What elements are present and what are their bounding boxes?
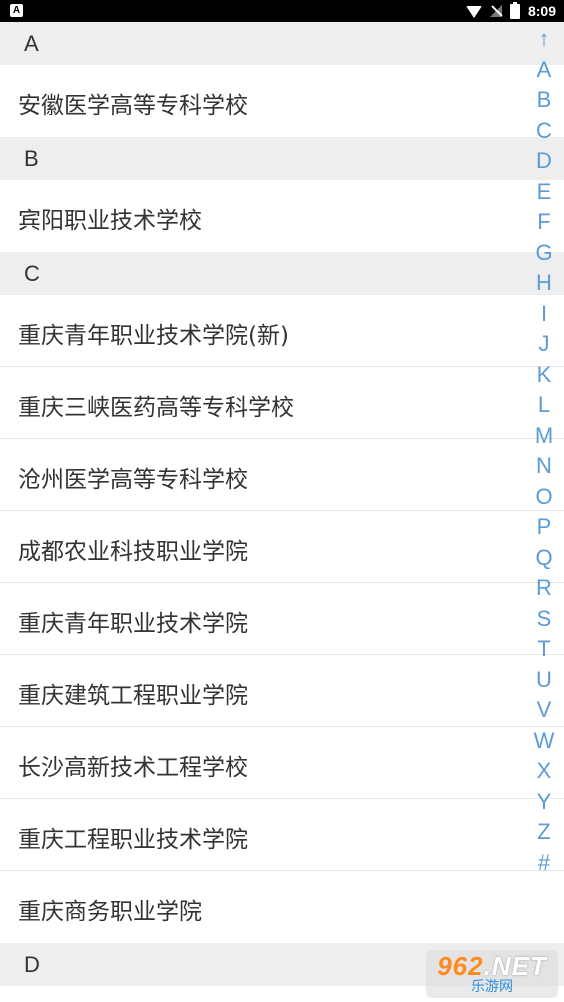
index-letter-w[interactable]: W bbox=[532, 726, 556, 757]
list-item[interactable]: 宾阳职业技术学校 bbox=[0, 180, 564, 252]
status-bar: A 8:09 bbox=[0, 0, 564, 22]
school-name: 宾阳职业技术学校 bbox=[18, 208, 202, 234]
index-letter-y[interactable]: Y bbox=[532, 787, 556, 818]
section-letter: A bbox=[24, 31, 39, 56]
index-letter-s[interactable]: S bbox=[532, 604, 556, 635]
index-letter-i[interactable]: I bbox=[532, 299, 556, 330]
index-letter-r[interactable]: R bbox=[532, 573, 556, 604]
section-header-c: C bbox=[0, 252, 564, 295]
wifi-icon bbox=[465, 6, 482, 18]
list-item[interactable]: 沧州医学高等专科学校 bbox=[0, 439, 564, 511]
index-letter-f[interactable]: F bbox=[532, 207, 556, 238]
index-letter-hash[interactable]: # bbox=[532, 848, 556, 879]
index-letter-t[interactable]: T bbox=[532, 634, 556, 665]
index-letter-c[interactable]: C bbox=[532, 116, 556, 147]
school-name: 沧州医学高等专科学校 bbox=[18, 467, 248, 493]
index-letter-k[interactable]: K bbox=[532, 360, 556, 391]
index-letter-e[interactable]: E bbox=[532, 177, 556, 208]
school-name: 成都农业科技职业学院 bbox=[18, 539, 248, 565]
list-item[interactable]: 重庆工程职业技术学院 bbox=[0, 799, 564, 871]
watermark-number: 962 bbox=[437, 951, 484, 981]
index-letter-q[interactable]: Q bbox=[532, 543, 556, 574]
section-letter: D bbox=[24, 952, 40, 977]
list-item[interactable]: 重庆青年职业技术学院 bbox=[0, 583, 564, 655]
school-list[interactable]: A 安徽医学高等专科学校 B 宾阳职业技术学校 C 重庆青年职业技术学院(新) … bbox=[0, 22, 564, 986]
school-name: 重庆青年职业技术学院(新) bbox=[18, 323, 289, 349]
list-item[interactable]: 重庆商务职业学院 bbox=[0, 871, 564, 943]
section-letter: B bbox=[24, 146, 39, 171]
list-item[interactable]: 成都农业科技职业学院 bbox=[0, 511, 564, 583]
index-letter-z[interactable]: Z bbox=[532, 817, 556, 848]
status-time: 8:09 bbox=[527, 3, 556, 19]
school-name: 重庆三峡医药高等专科学校 bbox=[18, 395, 294, 421]
school-name: 重庆工程职业技术学院 bbox=[18, 827, 248, 853]
section-header-a: A bbox=[0, 22, 564, 65]
school-name: 重庆商务职业学院 bbox=[18, 899, 202, 925]
index-letter-p[interactable]: P bbox=[532, 512, 556, 543]
index-letter-g[interactable]: G bbox=[532, 238, 556, 269]
watermark-text: 乐游网 bbox=[471, 979, 513, 995]
index-letter-h[interactable]: H bbox=[532, 268, 556, 299]
index-letter-d[interactable]: D bbox=[532, 146, 556, 177]
index-letter-v[interactable]: V bbox=[532, 695, 556, 726]
school-name: 安徽医学高等专科学校 bbox=[18, 93, 248, 119]
index-letter-u[interactable]: U bbox=[532, 665, 556, 696]
signal-off-icon bbox=[489, 5, 502, 17]
notification-icon: A bbox=[10, 4, 23, 17]
index-letter-o[interactable]: O bbox=[532, 482, 556, 513]
school-name: 长沙高新技术工程学校 bbox=[18, 755, 248, 781]
index-letter-m[interactable]: M bbox=[532, 421, 556, 452]
index-letter-j[interactable]: J bbox=[532, 329, 556, 360]
section-header-b: B bbox=[0, 137, 564, 180]
index-letter-x[interactable]: X bbox=[532, 756, 556, 787]
watermark-suffix: .NET bbox=[483, 951, 547, 981]
index-letter-l[interactable]: L bbox=[532, 390, 556, 421]
site-watermark-logo: 962.NET 乐游网 bbox=[426, 950, 558, 998]
list-item[interactable]: 长沙高新技术工程学校 bbox=[0, 727, 564, 799]
index-top-arrow-icon[interactable]: ↑ bbox=[532, 24, 556, 55]
list-item[interactable]: 安徽医学高等专科学校 bbox=[0, 65, 564, 137]
index-letter-n[interactable]: N bbox=[532, 451, 556, 482]
index-letter-b[interactable]: B bbox=[532, 85, 556, 116]
school-name: 重庆青年职业技术学院 bbox=[18, 611, 248, 637]
alphabet-index-bar[interactable]: ↑ A B C D E F G H I J K L M N O P Q R S … bbox=[532, 24, 556, 878]
list-item[interactable]: 重庆建筑工程职业学院 bbox=[0, 655, 564, 727]
list-item[interactable]: 重庆青年职业技术学院(新) bbox=[0, 295, 564, 367]
section-letter: C bbox=[24, 261, 40, 286]
index-letter-a[interactable]: A bbox=[532, 55, 556, 86]
list-item[interactable]: 重庆三峡医药高等专科学校 bbox=[0, 367, 564, 439]
battery-charging-icon bbox=[509, 1, 520, 19]
school-name: 重庆建筑工程职业学院 bbox=[18, 683, 248, 709]
